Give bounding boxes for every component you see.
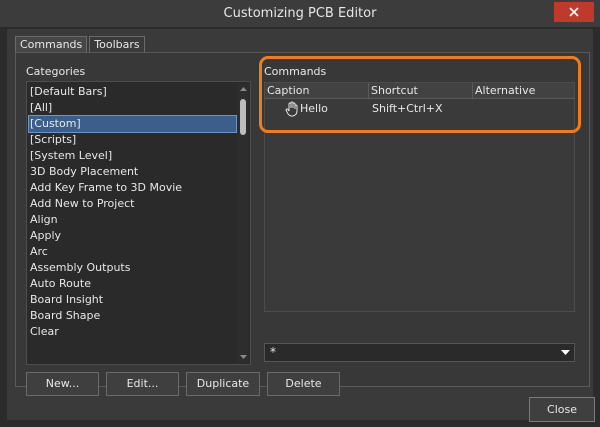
window-close-button[interactable] <box>554 2 594 22</box>
duplicate-button[interactable]: Duplicate <box>186 372 260 396</box>
categories-label: Categories <box>26 65 86 78</box>
list-item[interactable]: [All] <box>29 100 236 116</box>
list-item[interactable]: Board Insight <box>29 292 236 308</box>
title-bar: Customizing PCB Editor <box>0 0 600 28</box>
categories-list[interactable]: [Default Bars] [All] [Custom] [Scripts] … <box>26 81 251 365</box>
list-item[interactable]: [System Level] <box>29 148 236 164</box>
list-item[interactable]: Clear <box>29 324 236 340</box>
list-item[interactable]: 3D Body Placement <box>29 164 236 180</box>
chevron-down-icon[interactable] <box>561 350 570 355</box>
tab-commands-label: Commands <box>20 38 83 51</box>
filter-value: * <box>270 345 276 359</box>
tab-commands[interactable]: Commands <box>15 36 88 52</box>
list-item[interactable]: Apply <box>29 228 236 244</box>
tab-toolbars-label: Toolbars <box>94 38 140 51</box>
list-item[interactable]: [Scripts] <box>29 132 236 148</box>
list-item[interactable]: Auto Route <box>29 276 236 292</box>
list-item-selected[interactable]: [Custom] <box>28 115 237 133</box>
command-filter-combo[interactable]: * <box>264 343 575 362</box>
list-item[interactable]: Arc <box>29 244 236 260</box>
list-item[interactable]: [Default Bars] <box>29 84 236 100</box>
scroll-up-icon[interactable] <box>237 83 249 95</box>
highlight-annotation <box>259 56 581 133</box>
list-item[interactable]: Board Shape <box>29 308 236 324</box>
dialog-body: Commands Toolbars Categories [Default Ba… <box>6 28 595 422</box>
list-item[interactable]: Align <box>29 212 236 228</box>
window-title: Customizing PCB Editor <box>223 6 377 21</box>
scroll-thumb[interactable] <box>240 99 246 135</box>
list-item[interactable]: Add Key Frame to 3D Movie <box>29 180 236 196</box>
tab-toolbars[interactable]: Toolbars <box>89 36 145 52</box>
tab-strip: Commands Toolbars <box>15 36 147 52</box>
list-item[interactable]: Assembly Outputs <box>29 260 236 276</box>
close-icon <box>569 7 579 17</box>
delete-button[interactable]: Delete <box>267 372 340 396</box>
edit-button[interactable]: Edit... <box>106 372 179 396</box>
list-item[interactable]: Add New to Project <box>29 196 236 212</box>
scroll-down-icon[interactable] <box>237 351 249 363</box>
close-button[interactable]: Close <box>529 397 595 422</box>
categories-scrollbar[interactable] <box>237 83 249 363</box>
new-button[interactable]: New... <box>26 372 99 396</box>
